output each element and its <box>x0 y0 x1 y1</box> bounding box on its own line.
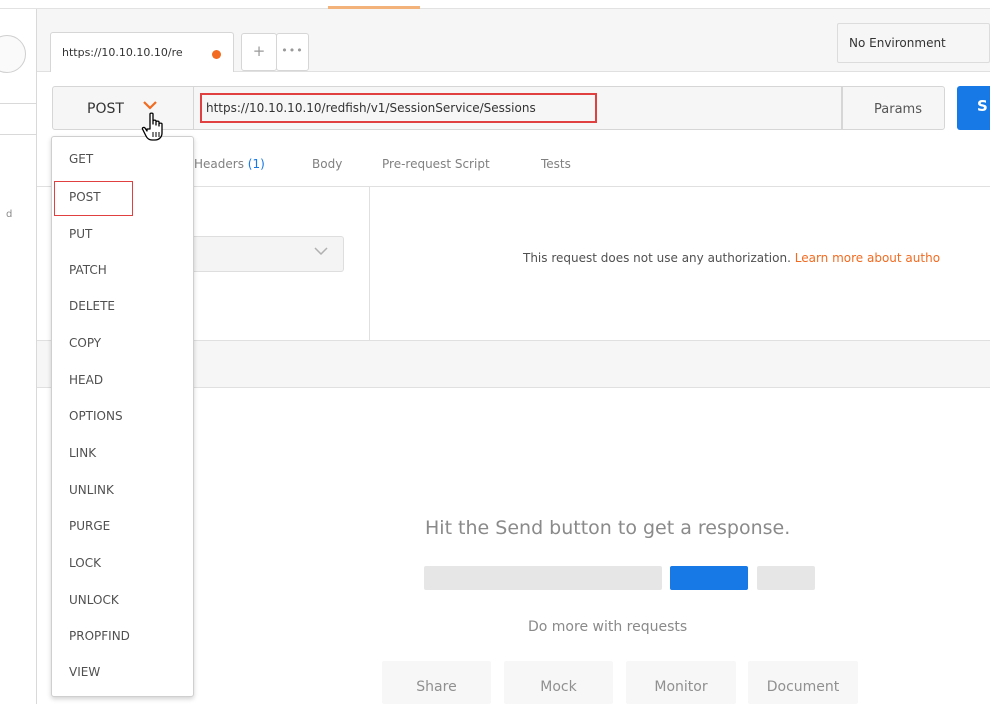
method-option-options[interactable]: OPTIONS <box>69 409 123 423</box>
monitor-button[interactable]: Monitor <box>626 661 736 704</box>
auth-type-select[interactable] <box>190 236 344 272</box>
tab-pre-request-script[interactable]: Pre-request Script <box>382 157 490 171</box>
left-sidebar-strip: d <box>0 9 37 704</box>
sidebar-divider <box>0 134 37 135</box>
chevron-down-icon <box>314 245 328 260</box>
response-placeholder-bar-accent <box>670 566 748 590</box>
method-option-put[interactable]: PUT <box>69 227 92 241</box>
response-empty-message: Hit the Send button to get a response. <box>425 517 791 539</box>
tab-headers-label: Headers <box>194 157 244 171</box>
method-option-propfind[interactable]: PROPFIND <box>69 629 130 643</box>
method-option-unlock[interactable]: UNLOCK <box>69 593 119 607</box>
method-option-head[interactable]: HEAD <box>69 373 103 387</box>
top-border <box>0 0 990 9</box>
method-option-delete[interactable]: DELETE <box>69 299 115 313</box>
auth-learn-more-link[interactable]: Learn more about autho <box>795 251 940 265</box>
headers-count-badge: (1) <box>247 157 265 171</box>
sidebar-divider <box>0 103 37 104</box>
method-select[interactable]: POST <box>52 86 194 130</box>
method-option-link[interactable]: LINK <box>69 446 96 460</box>
hand-pointer-icon <box>141 112 167 142</box>
environment-label: No Environment <box>849 36 946 50</box>
send-button[interactable]: S <box>957 86 990 130</box>
params-label: Params <box>874 102 922 117</box>
auth-panel-divider <box>369 186 370 340</box>
sidebar-truncated-glyph: d <box>6 209 13 220</box>
tab-headers[interactable]: Headers (1) <box>194 157 265 171</box>
tab-label: https://10.10.10.10/re <box>62 46 183 59</box>
send-label: S <box>977 97 988 115</box>
params-button[interactable]: Params <box>842 86 945 130</box>
method-option-purge[interactable]: PURGE <box>69 519 110 533</box>
auth-message: This request does not use any authorizat… <box>523 251 940 265</box>
method-option-view[interactable]: VIEW <box>69 665 100 679</box>
method-option-patch[interactable]: PATCH <box>69 263 107 277</box>
method-option-lock[interactable]: LOCK <box>69 556 101 570</box>
url-input[interactable]: https://10.10.10.10/redfish/v1/SessionSe… <box>206 101 536 115</box>
tab-body[interactable]: Body <box>312 157 342 171</box>
sidebar-circle-button[interactable] <box>0 35 26 73</box>
share-button[interactable]: Share <box>382 661 491 704</box>
environment-select[interactable]: No Environment <box>837 23 990 63</box>
post-highlight-box <box>54 181 133 216</box>
tab-tests[interactable]: Tests <box>541 157 571 171</box>
auth-message-text: This request does not use any authorizat… <box>523 251 791 265</box>
method-option-unlink[interactable]: UNLINK <box>69 483 114 497</box>
unsaved-dot-icon <box>212 50 221 59</box>
more-tabs-button[interactable]: ••• <box>276 33 309 71</box>
response-placeholder-bar <box>757 566 815 590</box>
method-label: POST <box>87 101 124 117</box>
response-placeholder-bar <box>424 566 662 590</box>
request-tab[interactable]: https://10.10.10.10/re <box>50 32 234 72</box>
method-option-get[interactable]: GET <box>69 152 93 166</box>
do-more-text: Do more with requests <box>528 619 688 635</box>
mock-button[interactable]: Mock <box>504 661 613 704</box>
method-option-copy[interactable]: COPY <box>69 336 101 350</box>
new-tab-button[interactable]: + <box>241 33 277 71</box>
document-button[interactable]: Document <box>748 661 858 704</box>
